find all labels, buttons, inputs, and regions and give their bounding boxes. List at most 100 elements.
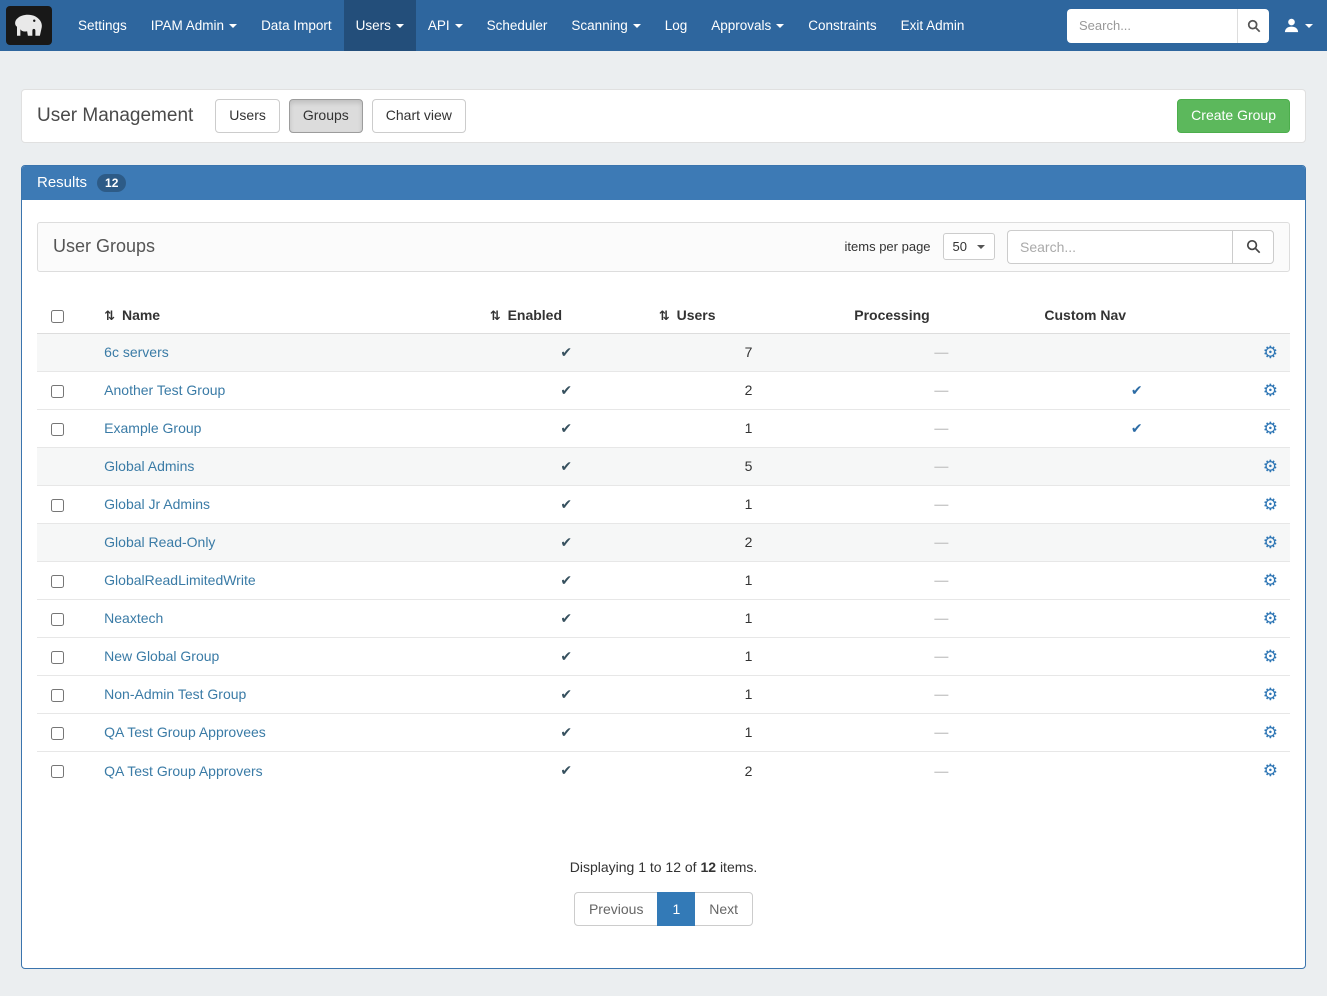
nav-item-label: Users xyxy=(356,18,391,33)
row-checkbox[interactable] xyxy=(51,575,64,588)
create-group-button[interactable]: Create Group xyxy=(1177,99,1290,133)
results-panel-header: Results 12 xyxy=(22,166,1305,200)
processing-dash-icon: — xyxy=(934,496,948,512)
sort-icon: ⇅ xyxy=(659,308,670,323)
gear-icon[interactable]: ⚙ xyxy=(1263,343,1278,362)
column-header-custom-nav: Custom Nav xyxy=(1036,298,1237,334)
top-navbar: Settings IPAM Admin Data Import Users AP… xyxy=(0,0,1327,51)
table-row: Another Test Group ✔ 2 — ✔ ⚙ xyxy=(37,371,1290,409)
nav-item[interactable]: Scanning xyxy=(559,0,652,51)
chevron-down-icon xyxy=(977,245,985,249)
view-tab-button[interactable]: Users xyxy=(215,99,280,133)
column-label: Custom Nav xyxy=(1044,307,1126,323)
row-checkbox[interactable] xyxy=(51,727,64,740)
enabled-check-icon: ✔ xyxy=(560,534,572,550)
summary-prefix: Displaying 1 to 12 of xyxy=(570,859,697,875)
table-row: Non-Admin Test Group ✔ 1 — ⚙ xyxy=(37,675,1290,713)
search-icon xyxy=(1246,239,1261,254)
nav-item[interactable]: Exit Admin xyxy=(889,0,977,51)
table-search-button[interactable] xyxy=(1232,230,1274,264)
group-name-link[interactable]: Neaxtech xyxy=(104,610,163,626)
select-all-checkbox[interactable] xyxy=(51,310,64,323)
nav-item[interactable]: Settings xyxy=(66,0,139,51)
gear-icon[interactable]: ⚙ xyxy=(1263,609,1278,628)
nav-item[interactable]: Log xyxy=(653,0,700,51)
gear-icon[interactable]: ⚙ xyxy=(1263,457,1278,476)
group-name-link[interactable]: New Global Group xyxy=(104,648,219,664)
row-checkbox[interactable] xyxy=(51,613,64,626)
view-tab-button[interactable]: Groups xyxy=(289,99,363,133)
row-checkbox[interactable] xyxy=(51,423,64,436)
pagination-page-1[interactable]: 1 xyxy=(657,892,695,926)
group-name-link[interactable]: 6c servers xyxy=(104,344,169,360)
chevron-down-icon xyxy=(776,24,784,28)
page-title: User Management xyxy=(37,105,193,127)
row-checkbox[interactable] xyxy=(51,765,64,778)
enabled-check-icon: ✔ xyxy=(560,344,572,360)
enabled-check-icon: ✔ xyxy=(560,496,572,512)
pagination-next[interactable]: Next xyxy=(694,892,753,926)
group-name-link[interactable]: Non-Admin Test Group xyxy=(104,686,246,702)
users-count: 1 xyxy=(651,485,846,523)
row-checkbox[interactable] xyxy=(51,385,64,398)
group-name-link[interactable]: Global Read-Only xyxy=(104,534,215,550)
pagination-previous[interactable]: Previous xyxy=(574,892,658,926)
nav-item[interactable]: API xyxy=(416,0,475,51)
group-name-link[interactable]: QA Test Group Approvers xyxy=(104,763,263,779)
nav-item[interactable]: Approvals xyxy=(699,0,796,51)
users-count: 2 xyxy=(651,523,846,561)
row-checkbox[interactable] xyxy=(51,499,64,512)
navbar-search xyxy=(1067,9,1269,43)
nav-item-label: Exit Admin xyxy=(901,18,965,33)
users-count: 5 xyxy=(651,447,846,485)
chevron-down-icon xyxy=(229,24,237,28)
table-search-input[interactable] xyxy=(1007,230,1232,264)
gear-icon[interactable]: ⚙ xyxy=(1263,761,1278,780)
table-title: User Groups xyxy=(53,236,155,257)
view-tab-button[interactable]: Chart view xyxy=(372,99,466,133)
enabled-check-icon: ✔ xyxy=(560,572,572,588)
gear-icon[interactable]: ⚙ xyxy=(1263,419,1278,438)
group-name-link[interactable]: GlobalReadLimitedWrite xyxy=(104,572,255,588)
table-row: Neaxtech ✔ 1 — ⚙ xyxy=(37,599,1290,637)
column-header-enabled[interactable]: ⇅ Enabled xyxy=(482,298,651,334)
nav-item-label: Constraints xyxy=(808,18,876,33)
enabled-check-icon: ✔ xyxy=(560,648,572,664)
table-row: Global Read-Only ✔ 2 — ⚙ xyxy=(37,523,1290,561)
column-label: Enabled xyxy=(508,307,562,323)
row-checkbox[interactable] xyxy=(51,651,64,664)
gear-icon[interactable]: ⚙ xyxy=(1263,533,1278,552)
group-name-link[interactable]: QA Test Group Approvees xyxy=(104,724,266,740)
users-count: 1 xyxy=(651,675,846,713)
navbar-search-input[interactable] xyxy=(1067,9,1237,43)
row-checkbox[interactable] xyxy=(51,689,64,702)
column-header-users[interactable]: ⇅ Users xyxy=(651,298,846,334)
nav-item-label: Settings xyxy=(78,18,127,33)
nav-item[interactable]: IPAM Admin xyxy=(139,0,249,51)
items-per-page-select[interactable]: 50 xyxy=(943,233,995,260)
group-name-link[interactable]: Global Jr Admins xyxy=(104,496,210,512)
column-header-name[interactable]: ⇅ Name xyxy=(96,298,482,334)
gear-icon[interactable]: ⚙ xyxy=(1263,571,1278,590)
nav-item[interactable]: Users xyxy=(344,0,416,51)
nav-item[interactable]: Scheduler xyxy=(475,0,560,51)
gear-icon[interactable]: ⚙ xyxy=(1263,723,1278,742)
gear-icon[interactable]: ⚙ xyxy=(1263,495,1278,514)
nav-item-label: Data Import xyxy=(261,18,332,33)
app-logo[interactable] xyxy=(6,6,52,45)
chevron-down-icon xyxy=(633,24,641,28)
group-name-link[interactable]: Global Admins xyxy=(104,458,194,474)
processing-dash-icon: — xyxy=(934,572,948,588)
group-name-link[interactable]: Example Group xyxy=(104,420,201,436)
gear-icon[interactable]: ⚙ xyxy=(1263,381,1278,400)
gear-icon[interactable]: ⚙ xyxy=(1263,685,1278,704)
gear-icon[interactable]: ⚙ xyxy=(1263,647,1278,666)
users-count: 7 xyxy=(651,333,846,371)
nav-item[interactable]: Data Import xyxy=(249,0,344,51)
summary-suffix: items. xyxy=(720,859,757,875)
nav-item[interactable]: Constraints xyxy=(796,0,888,51)
navbar-search-button[interactable] xyxy=(1237,9,1269,43)
user-menu[interactable] xyxy=(1283,17,1313,34)
column-label: Name xyxy=(122,307,160,323)
group-name-link[interactable]: Another Test Group xyxy=(104,382,225,398)
